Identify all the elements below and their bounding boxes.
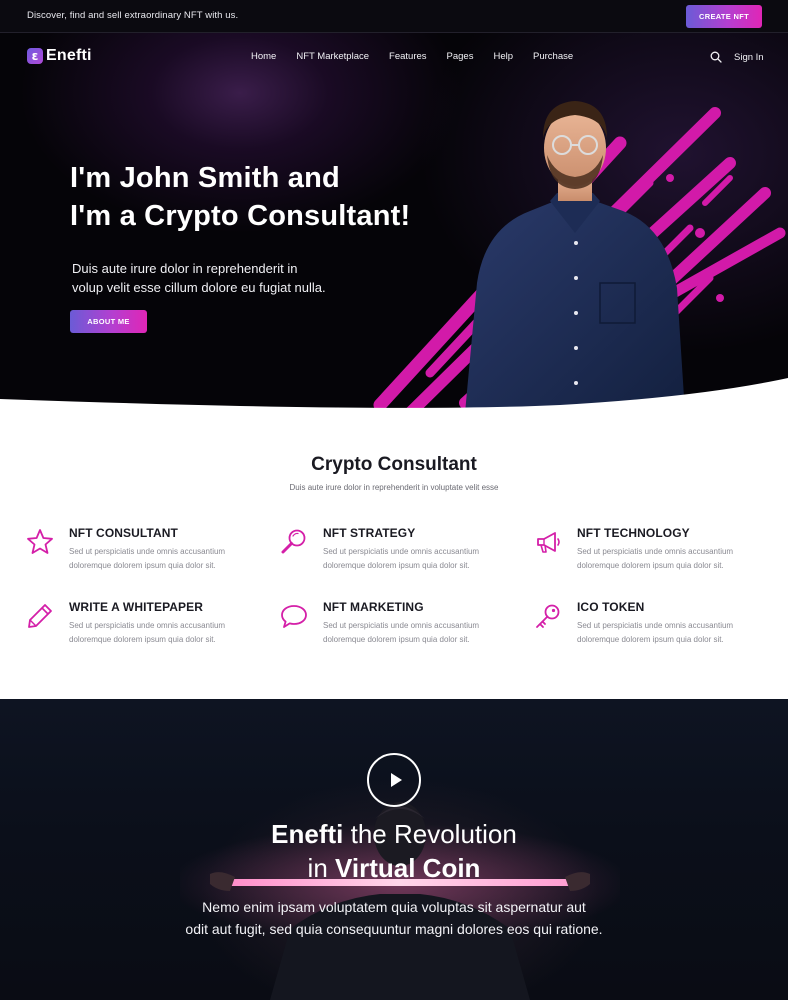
hero-desc-line-2: volup velit esse cillum dolore eu fugiat… xyxy=(72,280,326,295)
hero-title-line-2: I'm a Crypto Consultant! xyxy=(70,200,411,232)
star-icon xyxy=(27,529,53,554)
service-item-write-a-whitepaper[interactable]: WRITE A WHITEPAPER Sed ut perspiciatis u… xyxy=(26,600,266,650)
main-navigation: ε Enefti Home NFT Marketplace Features P… xyxy=(0,33,788,80)
nav-item-pages[interactable]: Pages xyxy=(447,51,474,62)
service-text-line-1: Sed ut perspiciatis unde omnis accusanti… xyxy=(323,547,480,556)
service-item-nft-strategy[interactable]: NFT STRATEGY Sed ut perspiciatis unde om… xyxy=(280,526,520,576)
service-title: ICO TOKEN xyxy=(577,600,645,614)
service-text-line-2: doloremque dolorem ipsum quia dolor sit. xyxy=(69,560,216,570)
revolution-title: Enefti the Revolution in Virtual Coin xyxy=(0,817,788,885)
services-title: Crypto Consultant xyxy=(311,454,477,475)
services-subtitle: Duis aute irure dolor in reprehenderit i… xyxy=(289,483,499,492)
service-text: Sed ut perspiciatis unde omnis accusanti… xyxy=(69,545,225,572)
nav-item-nft-marketplace[interactable]: NFT Marketplace xyxy=(296,51,369,62)
service-text-line-2: doloremque dolorem ipsum quia dolor sit. xyxy=(323,634,470,644)
service-text: Sed ut perspiciatis unde omnis accusanti… xyxy=(577,619,733,646)
megaphone-icon xyxy=(537,532,560,553)
hero-section: ε Enefti Home NFT Marketplace Features P… xyxy=(0,33,788,410)
service-item-ico-token[interactable]: ICO TOKEN Sed ut perspiciatis unde omnis… xyxy=(534,600,774,650)
hero-title: I'm John Smith and I'm a Crypto Consulta… xyxy=(70,159,410,235)
revolution-desc-line-2: odit aut fugit, sed quia consequuntur ma… xyxy=(185,921,603,937)
revolution-desc-line-1: Nemo enim ipsam voluptatem quia voluptas… xyxy=(202,899,586,915)
pencil-icon xyxy=(28,604,52,628)
create-nft-button[interactable]: CREATE NFT xyxy=(686,5,762,28)
revolution-description: Nemo enim ipsam voluptatem quia voluptas… xyxy=(0,896,788,940)
service-text-line-2: doloremque dolorem ipsum quia dolor sit. xyxy=(323,560,470,570)
service-item-nft-consultant[interactable]: NFT CONSULTANT Sed ut perspiciatis unde … xyxy=(26,526,266,576)
service-text-line-1: Sed ut perspiciatis unde omnis accusanti… xyxy=(577,547,734,556)
brand-name: Enefti xyxy=(46,47,92,64)
service-title: NFT CONSULTANT xyxy=(69,526,178,540)
video-section: Enefti the Revolution in Virtual Coin Ne… xyxy=(0,699,788,1000)
service-text-line-1: Sed ut perspiciatis unde omnis accusanti… xyxy=(577,621,734,630)
revolution-title-rest: the Revolution xyxy=(343,819,517,849)
service-text-line-1: Sed ut perspiciatis unde omnis accusanti… xyxy=(323,621,480,630)
revolution-title-line-1: Enefti the Revolution xyxy=(0,817,788,851)
service-text: Sed ut perspiciatis unde omnis accusanti… xyxy=(323,619,479,646)
nav-item-purchase[interactable]: Purchase xyxy=(533,51,573,62)
revolution-title-line-2: in Virtual Coin xyxy=(0,851,788,885)
service-text-line-2: doloremque dolorem ipsum quia dolor sit. xyxy=(577,560,724,570)
service-item-nft-marketing[interactable]: NFT MARKETING Sed ut perspiciatis unde o… xyxy=(280,600,520,650)
hero-title-line-1: I'm John Smith and xyxy=(70,162,340,194)
magnifier-icon xyxy=(281,529,306,554)
about-me-button[interactable]: ABOUT ME xyxy=(70,310,147,333)
service-text-line-2: doloremque dolorem ipsum quia dolor sit. xyxy=(69,634,216,644)
play-icon xyxy=(391,773,402,787)
top-bar: Discover, find and sell extraordinary NF… xyxy=(0,0,788,33)
service-item-nft-technology[interactable]: NFT TECHNOLOGY Sed ut perspiciatis unde … xyxy=(534,526,774,576)
revolution-title-bold: Virtual Coin xyxy=(335,853,481,883)
service-title: NFT STRATEGY xyxy=(323,526,416,540)
hero-desc-line-1: Duis aute irure dolor in reprehenderit i… xyxy=(72,261,298,276)
speech-bubble-icon xyxy=(281,605,307,628)
revolution-brand: Enefti xyxy=(271,819,344,849)
service-text: Sed ut perspiciatis unde omnis accusanti… xyxy=(69,619,225,646)
play-video-button[interactable] xyxy=(367,753,421,807)
key-icon xyxy=(536,604,560,628)
service-text-line-2: doloremque dolorem ipsum quia dolor sit. xyxy=(577,634,724,644)
topbar-tagline: Discover, find and sell extraordinary NF… xyxy=(27,10,239,21)
service-text-line-1: Sed ut perspiciatis unde omnis accusanti… xyxy=(69,547,226,556)
service-text: Sed ut perspiciatis unde omnis accusanti… xyxy=(323,545,479,572)
nav-links: Home NFT Marketplace Features Pages Help… xyxy=(251,51,593,62)
service-title: NFT TECHNOLOGY xyxy=(577,526,690,540)
service-text-line-1: Sed ut perspiciatis unde omnis accusanti… xyxy=(69,621,226,630)
background-photo xyxy=(180,802,620,1000)
service-title: NFT MARKETING xyxy=(323,600,424,614)
nav-item-home[interactable]: Home xyxy=(251,51,276,62)
nav-item-help[interactable]: Help xyxy=(493,51,513,62)
hero-bottom-curve xyxy=(0,378,788,410)
search-icon[interactable] xyxy=(710,51,722,63)
service-title: WRITE A WHITEPAPER xyxy=(69,600,204,614)
hero-description: Duis aute irure dolor in reprehenderit i… xyxy=(72,259,326,297)
revolution-title-pre: in xyxy=(307,853,336,883)
nav-item-features[interactable]: Features xyxy=(389,51,427,62)
brand-mark-icon: ε xyxy=(27,48,43,64)
service-text: Sed ut perspiciatis unde omnis accusanti… xyxy=(577,545,733,572)
services-section: Crypto Consultant Duis aute irure dolor … xyxy=(0,410,788,699)
sign-in-link[interactable]: Sign In xyxy=(734,52,764,63)
brand-logo[interactable]: ε Enefti xyxy=(27,47,92,65)
